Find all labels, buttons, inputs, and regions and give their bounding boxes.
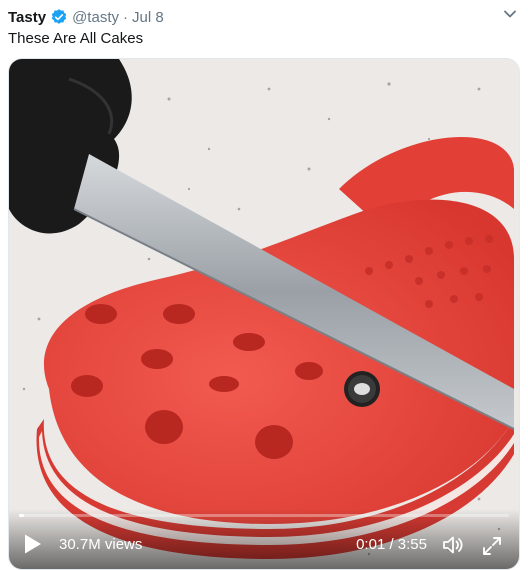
tweet-header: Tasty @tasty · Jul 8 xyxy=(8,6,520,28)
chevron-down-icon[interactable] xyxy=(502,6,518,22)
view-count: 30.7M views xyxy=(59,536,143,553)
tweet: Tasty @tasty · Jul 8 These Are All Cakes xyxy=(0,0,528,570)
author-handle[interactable]: @tasty xyxy=(72,9,119,26)
tweet-text: These Are All Cakes xyxy=(8,30,144,47)
separator-dot: · xyxy=(122,8,128,26)
playback-time: 0:01 / 3:55 xyxy=(356,536,427,553)
video-player[interactable]: 30.7M views 0:01 / 3:55 xyxy=(8,58,520,570)
video-progress-fill xyxy=(19,514,24,517)
play-icon[interactable] xyxy=(23,533,43,555)
fullscreen-icon[interactable] xyxy=(481,535,503,557)
author-name[interactable]: Tasty xyxy=(8,9,46,26)
verified-badge-icon xyxy=(50,8,68,26)
video-controls: 30.7M views 0:01 / 3:55 xyxy=(9,509,519,569)
video-frame xyxy=(9,59,519,569)
video-progress-bar[interactable] xyxy=(19,514,509,517)
tweet-date[interactable]: Jul 8 xyxy=(132,9,164,26)
volume-icon[interactable] xyxy=(441,533,465,557)
